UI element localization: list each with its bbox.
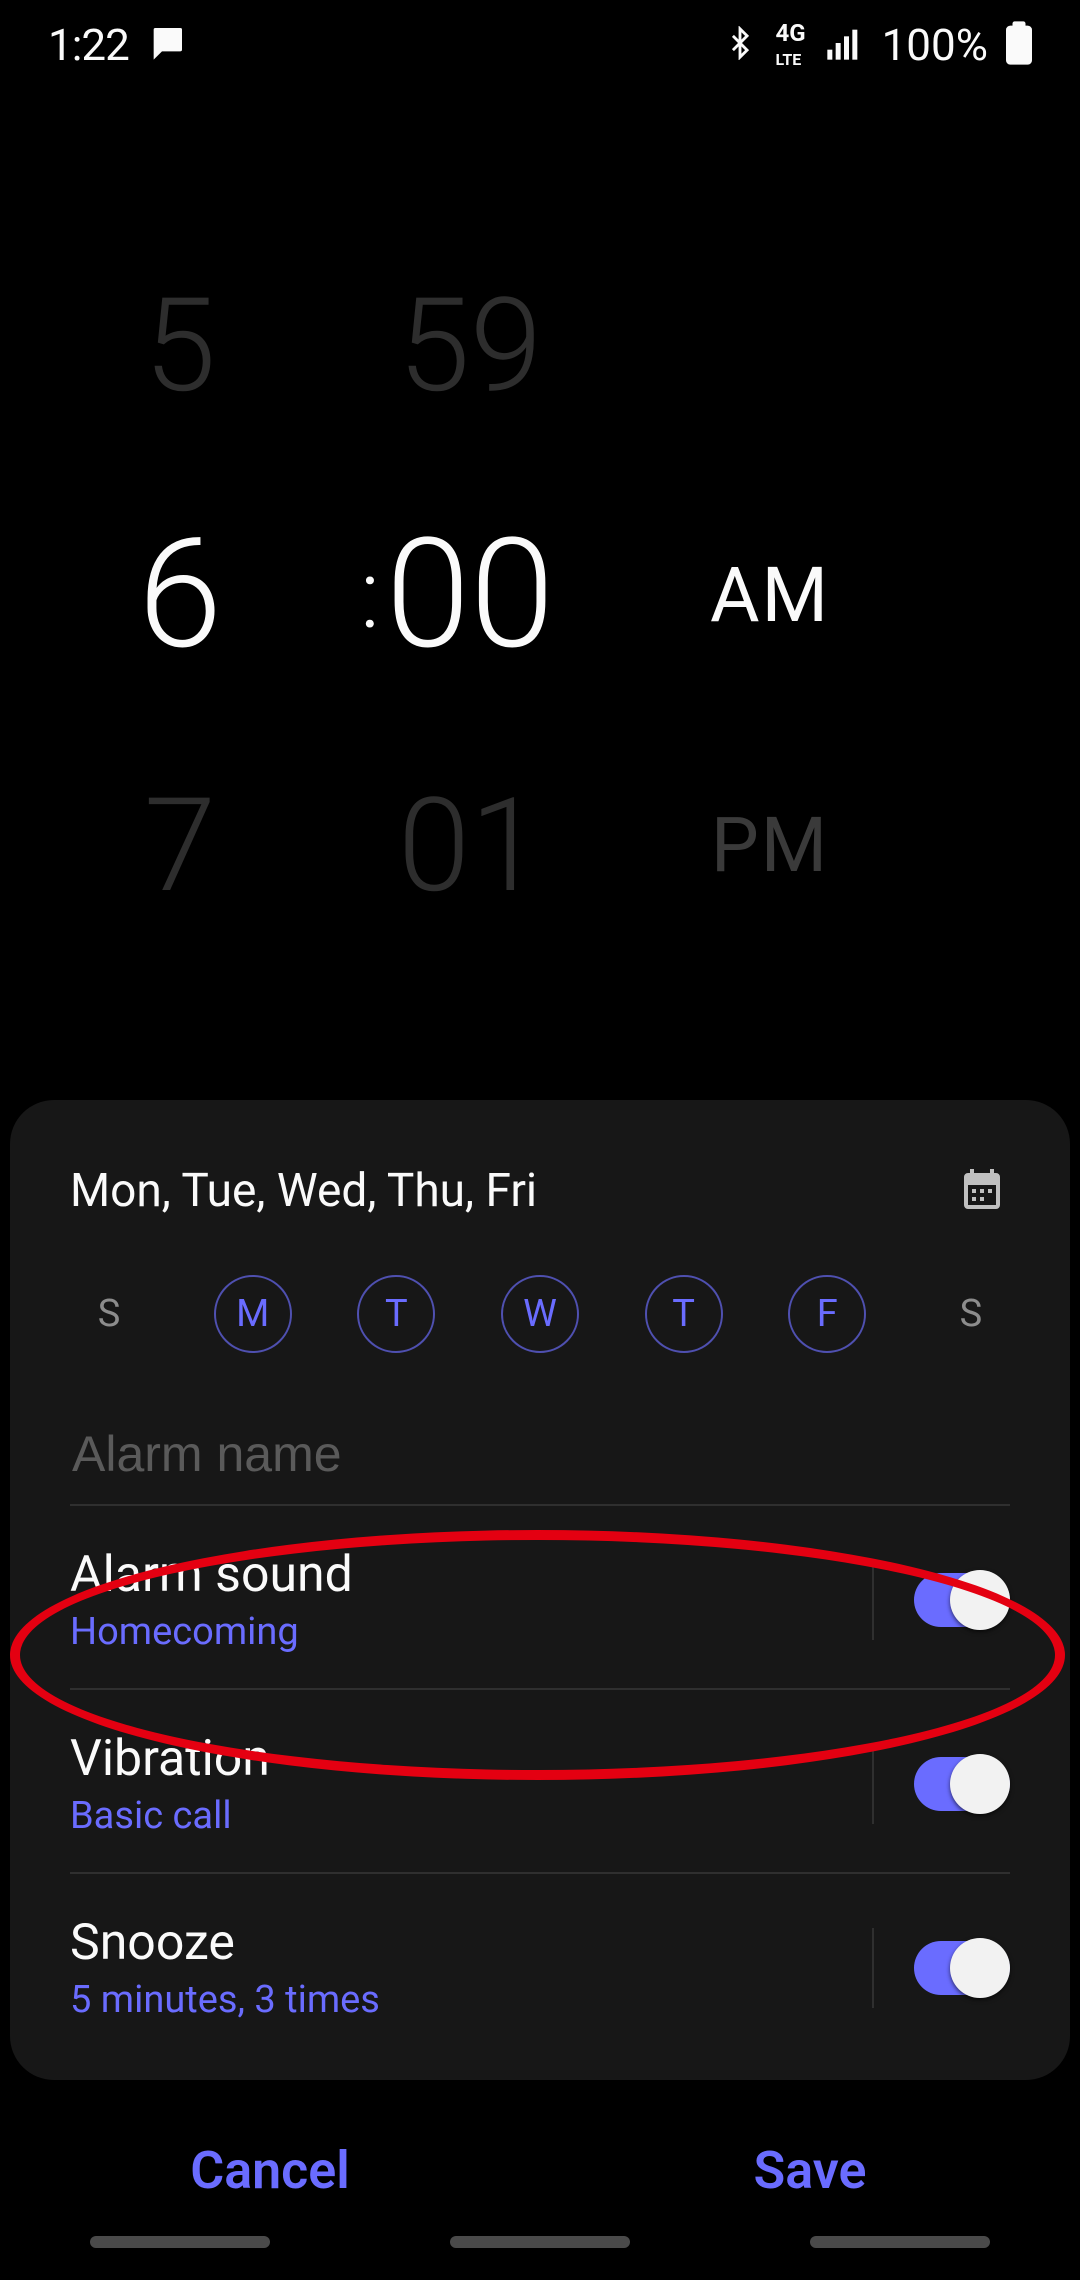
ampm-wheel[interactable]: AM PM (640, 90, 900, 1100)
alarm-settings-panel: Mon, Tue, Wed, Thu, Fri S M T W T F S Al… (10, 1100, 1070, 2080)
hour-next: 7 (30, 720, 330, 970)
snooze-sub: 5 minutes, 3 times (70, 1978, 862, 2022)
ampm-alt: PM (640, 720, 900, 970)
alarm-sound-row[interactable]: Alarm sound Homecoming (70, 1506, 1010, 1690)
minute-current: 00 (320, 470, 620, 720)
nav-recent[interactable] (90, 2236, 270, 2248)
signal-icon (824, 23, 864, 67)
repeat-summary: Mon, Tue, Wed, Thu, Fri (70, 1164, 537, 1218)
status-time: 1:22 (48, 19, 129, 71)
minute-next: 01 (320, 720, 620, 970)
network-type-icon: 4GLTE (775, 21, 805, 69)
vibration-row[interactable]: Vibration Basic call (70, 1690, 1010, 1874)
day-tue[interactable]: T (357, 1275, 435, 1353)
snooze-title: Snooze (70, 1914, 862, 1972)
save-button[interactable]: Save (540, 2120, 1080, 2220)
divider (872, 1744, 874, 1824)
time-picker[interactable]: 5 6 7 : 59 00 01 AM PM (0, 90, 1080, 1100)
ampm-current: AM (640, 470, 900, 720)
footer: Cancel Save (0, 2120, 1080, 2220)
message-icon (147, 23, 187, 67)
alarm-sound-title: Alarm sound (70, 1546, 862, 1604)
day-thu[interactable]: T (645, 1275, 723, 1353)
hour-wheel[interactable]: 5 6 7 (30, 90, 330, 1100)
battery-icon (1006, 21, 1032, 69)
cancel-button[interactable]: Cancel (0, 2120, 540, 2220)
alarm-sound-sub: Homecoming (70, 1610, 862, 1654)
day-fri[interactable]: F (788, 1275, 866, 1353)
vibration-sub: Basic call (70, 1794, 862, 1838)
alarm-name-row (70, 1424, 1010, 1506)
minute-wheel[interactable]: 59 00 01 (320, 90, 620, 1100)
hour-current: 6 (30, 470, 330, 720)
day-picker: S M T W T F S (70, 1264, 1010, 1364)
calendar-icon (958, 1165, 1006, 1217)
calendar-button[interactable] (954, 1163, 1010, 1219)
day-mon[interactable]: M (214, 1275, 292, 1353)
day-sat[interactable]: S (932, 1275, 1010, 1353)
android-nav-bar (0, 2222, 1080, 2262)
vibration-toggle[interactable] (914, 1757, 1010, 1811)
hour-prev: 5 (30, 220, 330, 470)
status-bar: 1:22 4GLTE 100% (0, 0, 1080, 90)
day-sun[interactable]: S (70, 1275, 148, 1353)
bluetooth-icon (723, 26, 757, 64)
nav-home[interactable] (450, 2236, 630, 2248)
divider (872, 1560, 874, 1640)
day-wed[interactable]: W (501, 1275, 579, 1353)
alarm-sound-toggle[interactable] (914, 1573, 1010, 1627)
minute-prev: 59 (320, 220, 620, 470)
alarm-name-input[interactable] (70, 1424, 1010, 1484)
battery-text: 100% (882, 19, 988, 71)
snooze-row[interactable]: Snooze 5 minutes, 3 times (70, 1874, 1010, 2032)
vibration-title: Vibration (70, 1730, 862, 1788)
nav-back[interactable] (810, 2236, 990, 2248)
divider (872, 1928, 874, 2008)
snooze-toggle[interactable] (914, 1941, 1010, 1995)
